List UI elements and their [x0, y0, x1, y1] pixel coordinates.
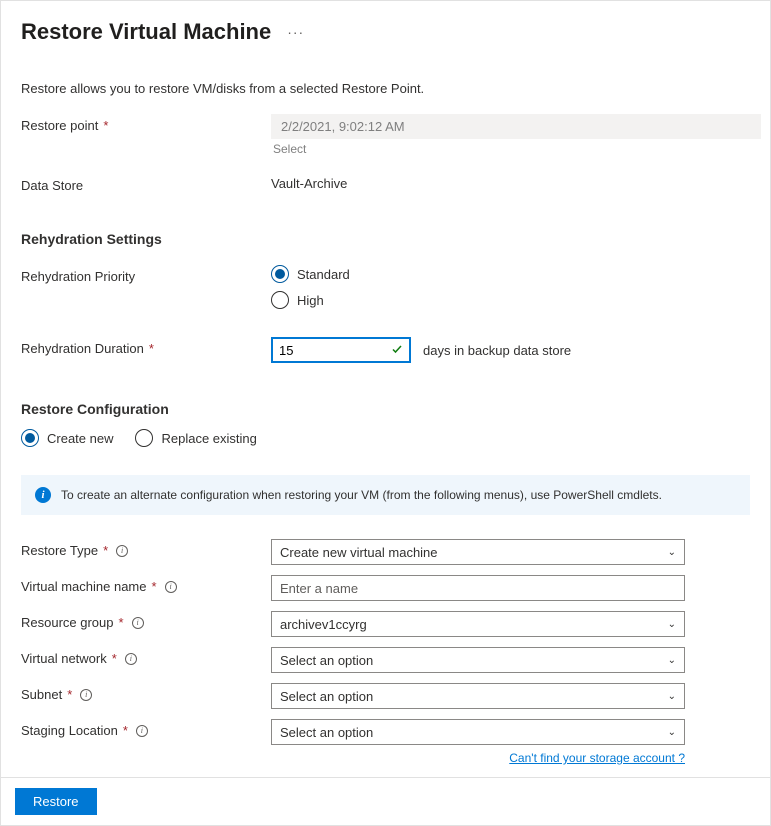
restore-point-label: Restore point* — [21, 114, 271, 133]
restore-type-select[interactable]: Create new virtual machine ⌄ — [271, 539, 685, 565]
rehydration-section-title: Rehydration Settings — [21, 231, 750, 247]
info-icon[interactable]: i — [136, 725, 148, 737]
storage-account-link[interactable]: Can't find your storage account ? — [509, 751, 685, 765]
restore-config-section-title: Restore Configuration — [21, 401, 750, 417]
rehydration-priority-label: Rehydration Priority — [21, 265, 271, 284]
rehydration-duration-label: Rehydration Duration* — [21, 337, 271, 356]
restore-point-select-hint[interactable]: Select — [271, 142, 761, 156]
restore-point-value[interactable]: 2/2/2021, 9:02:12 AM — [271, 114, 761, 139]
radio-icon — [21, 429, 39, 447]
info-icon[interactable]: i — [116, 545, 128, 557]
radio-icon — [135, 429, 153, 447]
subnet-label: Subnet* i — [21, 683, 271, 702]
info-icon[interactable]: i — [165, 581, 177, 593]
radio-icon — [271, 265, 289, 283]
radio-replace-existing[interactable]: Replace existing — [135, 429, 256, 447]
info-icon[interactable]: i — [125, 653, 137, 665]
data-store-label: Data Store — [21, 174, 271, 193]
duration-hint: days in backup data store — [423, 343, 571, 358]
info-icon: i — [35, 487, 51, 503]
resource-group-label: Resource group* i — [21, 611, 271, 630]
vm-name-label: Virtual machine name* i — [21, 575, 271, 594]
radio-create-new[interactable]: Create new — [21, 429, 113, 447]
staging-location-label: Staging Location* i — [21, 719, 271, 738]
chevron-down-icon: ⌄ — [668, 691, 676, 702]
subnet-select[interactable]: Select an option ⌄ — [271, 683, 685, 709]
resource-group-select[interactable]: archivev1ccyrg ⌄ — [271, 611, 685, 637]
checkmark-icon — [391, 343, 403, 358]
radio-high[interactable]: High — [271, 291, 750, 309]
data-store-value: Vault-Archive — [271, 174, 750, 191]
info-icon[interactable]: i — [80, 689, 92, 701]
chevron-down-icon: ⌄ — [668, 655, 676, 666]
virtual-network-select[interactable]: Select an option ⌄ — [271, 647, 685, 673]
page-title: Restore Virtual Machine — [21, 19, 271, 45]
radio-standard[interactable]: Standard — [271, 265, 750, 283]
restore-type-label: Restore Type* i — [21, 539, 271, 558]
restore-button[interactable]: Restore — [15, 788, 97, 815]
info-banner: i To create an alternate configuration w… — [21, 475, 750, 515]
rehydration-duration-input-wrap[interactable] — [271, 337, 411, 363]
chevron-down-icon: ⌄ — [668, 727, 676, 738]
radio-icon — [271, 291, 289, 309]
staging-location-select[interactable]: Select an option ⌄ — [271, 719, 685, 745]
page-description: Restore allows you to restore VM/disks f… — [21, 81, 750, 96]
chevron-down-icon: ⌄ — [668, 547, 676, 558]
info-icon[interactable]: i — [132, 617, 144, 629]
virtual-network-label: Virtual network* i — [21, 647, 271, 666]
vm-name-input[interactable] — [271, 575, 685, 601]
rehydration-duration-input[interactable] — [279, 343, 403, 358]
chevron-down-icon: ⌄ — [668, 619, 676, 630]
more-menu-icon[interactable]: ··· — [287, 24, 304, 40]
